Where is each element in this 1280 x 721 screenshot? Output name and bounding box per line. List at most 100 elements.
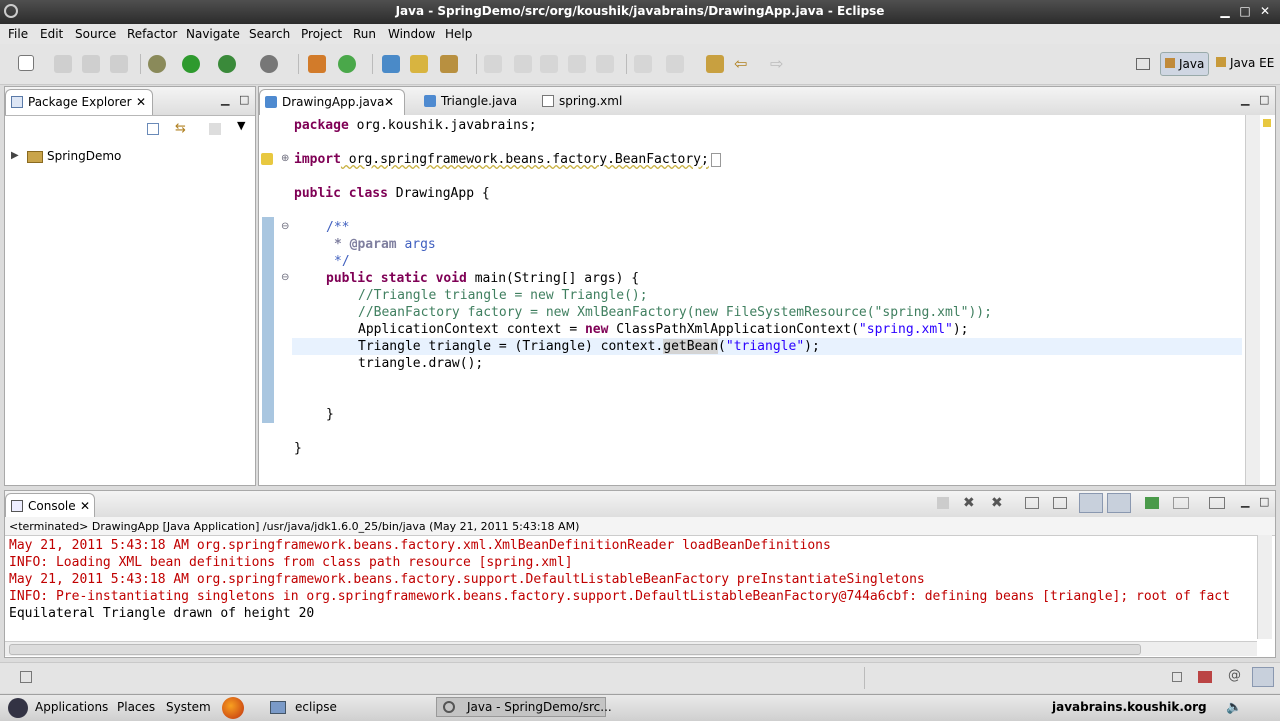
external-tools-icon[interactable] (218, 55, 236, 73)
search-icon[interactable] (440, 55, 458, 73)
remove-all-launches-icon[interactable]: ✖ (991, 495, 1003, 511)
console-output[interactable]: May 21, 2011 5:43:18 AM org.springframew… (5, 535, 1257, 639)
remove-launch-icon[interactable]: ✖ (963, 495, 975, 511)
menu-run[interactable]: Run (353, 27, 376, 41)
menu-search[interactable]: Search (249, 27, 290, 41)
console-vertical-scrollbar[interactable] (1257, 535, 1272, 639)
focus-icon[interactable] (209, 123, 221, 135)
system-menu[interactable]: System (166, 700, 211, 714)
minimize-view-icon[interactable]: ▁ (221, 93, 229, 106)
show-whitespace-icon[interactable] (596, 55, 614, 73)
console-status-icon[interactable] (1252, 667, 1274, 687)
status-icon[interactable]: @ (1228, 668, 1241, 683)
menu-edit[interactable]: Edit (40, 27, 63, 41)
maximize-view-icon[interactable]: □ (1259, 93, 1269, 106)
menu-window[interactable]: Window (388, 27, 435, 41)
open-perspective-icon[interactable] (1136, 58, 1150, 70)
code-line: } (294, 441, 302, 456)
last-edit-location-icon[interactable] (706, 55, 724, 73)
open-type-icon[interactable] (382, 55, 400, 73)
new-icon[interactable] (18, 55, 34, 71)
coverage-icon[interactable] (260, 55, 278, 73)
clear-console-icon[interactable] (1025, 497, 1039, 509)
menu-source[interactable]: Source (75, 27, 116, 41)
scrollbar-thumb[interactable] (9, 644, 1141, 655)
back-icon[interactable]: ⇦ (734, 54, 747, 73)
collapse-all-icon[interactable] (147, 123, 159, 135)
maximize-window-button[interactable]: □ (1236, 3, 1254, 19)
debug-icon[interactable] (148, 55, 166, 73)
perspective-javaee[interactable]: Java EE (1212, 52, 1278, 74)
print-icon[interactable] (110, 55, 128, 73)
link-with-editor-icon[interactable]: ⇆ (175, 121, 186, 136)
menu-project[interactable]: Project (301, 27, 342, 41)
open-task-icon[interactable] (410, 55, 428, 73)
display-selected-console-icon[interactable] (1173, 497, 1189, 509)
previous-annotation-icon[interactable] (666, 55, 684, 73)
close-window-button[interactable]: ✕ (1256, 3, 1274, 19)
scroll-lock-icon[interactable] (1053, 497, 1067, 509)
toggle-mark-occurrences-icon[interactable] (484, 55, 502, 73)
close-icon[interactable]: ✕ (136, 90, 146, 114)
tab-drawingapp-java[interactable]: DrawingApp.java ✕ (259, 89, 405, 115)
annotation-next-icon[interactable] (514, 55, 532, 73)
menu-refactor[interactable]: Refactor (127, 27, 177, 41)
menu-navigate[interactable]: Navigate (186, 27, 240, 41)
menu-help[interactable]: Help (445, 27, 472, 41)
minimize-view-icon[interactable]: ▁ (1241, 495, 1249, 508)
next-annotation-icon[interactable] (634, 55, 652, 73)
taskbar-window-button[interactable]: Java - SpringDemo/src... (436, 697, 612, 717)
warning-lightbulb-icon[interactable] (261, 153, 273, 165)
applications-menu[interactable]: Applications (35, 700, 108, 714)
perspective-java[interactable]: Java (1160, 52, 1210, 76)
status-icon[interactable] (1172, 672, 1182, 682)
collapse-fold-icon[interactable]: ⊖ (281, 221, 289, 232)
status-bar: @ (0, 662, 1280, 693)
tab-package-explorer[interactable]: Package Explorer ✕ (5, 89, 153, 115)
save-all-icon[interactable] (82, 55, 100, 73)
editor-area: DrawingApp.java ✕ Triangle.java spring.x… (258, 86, 1276, 486)
view-menu-chevron-down-icon[interactable]: ▼ (237, 119, 245, 132)
menu-file[interactable]: File (8, 27, 28, 41)
firefox-icon[interactable] (222, 697, 244, 719)
minimize-window-button[interactable]: ▁ (1216, 3, 1234, 19)
close-icon[interactable]: ✕ (80, 494, 90, 518)
tab-triangle-java[interactable]: Triangle.java (419, 89, 529, 115)
collapse-fold-icon[interactable]: ⊖ (281, 272, 289, 283)
tab-spring-xml[interactable]: spring.xml (537, 89, 637, 115)
tab-console[interactable]: Console ✕ (5, 493, 95, 517)
chevron-right-icon[interactable]: ▶ (11, 150, 19, 161)
console-line: Equilateral Triangle drawn of height 20 (9, 606, 315, 621)
annotation-prev-icon[interactable] (540, 55, 558, 73)
pin-console-icon[interactable] (1145, 497, 1159, 509)
maximize-view-icon[interactable]: □ (1259, 495, 1269, 508)
maximize-view-icon[interactable]: □ (239, 93, 249, 106)
minimize-view-icon[interactable]: ▁ (1241, 93, 1249, 106)
block-selection-icon[interactable] (568, 55, 586, 73)
show-console-on-stdout-icon[interactable] (1079, 493, 1103, 513)
editor-vertical-scrollbar[interactable] (1245, 115, 1260, 485)
console-horizontal-scrollbar[interactable] (5, 641, 1257, 656)
folder-icon[interactable] (270, 701, 286, 714)
code-editor[interactable]: ⊕ ⊖ ⊖ package org.koushik.javabrains; im… (259, 115, 1275, 485)
expand-fold-icon[interactable]: ⊕ (281, 153, 289, 164)
new-java-class-icon[interactable] (338, 55, 356, 73)
status-icon[interactable] (1198, 671, 1212, 683)
javaee-perspective-icon (1216, 57, 1226, 67)
overview-warning-marker[interactable] (1263, 119, 1271, 127)
volume-icon[interactable]: 🔈 (1226, 700, 1242, 715)
new-java-package-icon[interactable] (308, 55, 326, 73)
places-menu[interactable]: Places (117, 700, 155, 714)
eclipse-folder-launcher[interactable]: eclipse (295, 700, 337, 714)
folded-imports-marker[interactable] (710, 152, 721, 167)
show-console-on-stderr-icon[interactable] (1107, 493, 1131, 513)
close-icon[interactable]: ✕ (384, 90, 394, 114)
keyword: import (294, 152, 341, 167)
fedora-logo-icon[interactable] (8, 698, 28, 718)
fast-view-icon[interactable] (20, 671, 32, 683)
terminate-icon[interactable] (937, 497, 949, 509)
forward-icon[interactable]: ⇨ (770, 54, 783, 73)
save-icon[interactable] (54, 55, 72, 73)
run-icon[interactable] (182, 55, 200, 73)
open-console-icon[interactable] (1209, 497, 1225, 509)
